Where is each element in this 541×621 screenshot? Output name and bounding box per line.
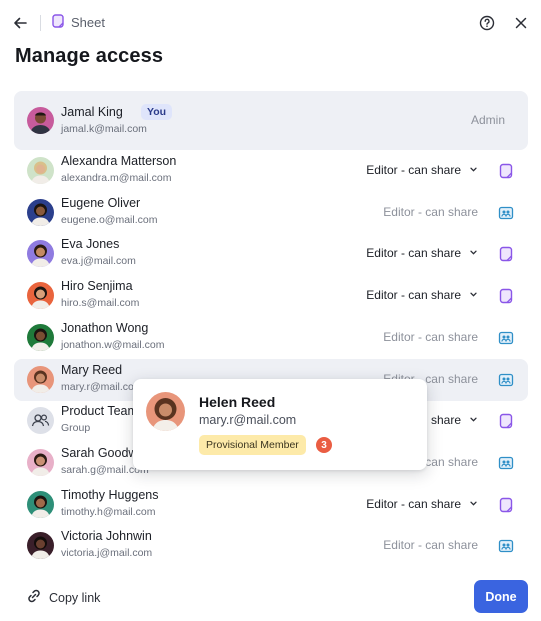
member-row: Victoria Johnwin victoria.j@mail.com Edito… <box>14 525 528 567</box>
avatar <box>27 323 54 351</box>
member-name: Hiro Senjima <box>61 279 133 294</box>
popover-name: Helen Reed <box>199 394 276 410</box>
done-button[interactable]: Done <box>474 580 528 613</box>
role-dropdown[interactable]: Editor - can share <box>366 288 478 302</box>
member-row: Alexandra Matterson alexandra.m@mail.com E… <box>14 150 528 192</box>
avatar <box>27 365 54 393</box>
member-email: eva.j@mail.com <box>61 255 136 268</box>
role-text: Editor - can share <box>366 496 461 511</box>
role-text: Editor - can share <box>366 163 461 177</box>
role-label: Editor - can share <box>383 330 478 344</box>
member-email: alexandra.m@mail.com <box>61 172 172 184</box>
role-label: Editor - can share <box>383 538 478 552</box>
member-email: eugene.o@mail.com <box>61 213 158 226</box>
member-name: Timothy Huggens <box>61 487 159 502</box>
member-name: Victoria Johnwin <box>61 529 152 544</box>
avatar <box>27 198 54 226</box>
member-name: Eugene Oliver <box>61 195 141 210</box>
member-row: Timothy Huggens timothy.h@mail.com Editor … <box>14 484 528 526</box>
role-label: Editor - can share <box>383 205 478 219</box>
owner-name: Jamal King <box>61 105 123 119</box>
doc-icon <box>498 413 514 429</box>
doc-icon <box>498 163 514 179</box>
back-arrow-icon[interactable] <box>10 13 30 33</box>
group-avatar <box>27 407 54 435</box>
chevron-down-icon <box>469 413 478 427</box>
avatar <box>146 392 185 431</box>
avatar <box>27 282 54 310</box>
member-email: victoria.j@mail.com <box>61 547 153 560</box>
avatar <box>27 490 54 518</box>
doc-icon <box>498 246 514 262</box>
member-email: jonathon.w@mail.com <box>61 338 165 351</box>
member-row: Hiro Senjima hiro.s@mail.com Editor - can … <box>14 275 528 317</box>
member-row: Jonathon Wong jonathon.w@mail.com Editor -… <box>14 317 528 359</box>
page-title: Manage access <box>15 45 164 67</box>
member-type: Group <box>61 422 91 435</box>
role-text: Editor - can share <box>366 288 461 303</box>
member-row: Eugene Oliver eugene.o@mail.com Editor - c… <box>14 192 528 234</box>
member-popover: Helen Reed mary.r@mail.com Provisional M… <box>133 379 427 470</box>
copy-link-button[interactable]: Copy link <box>26 588 100 607</box>
member-name: Jonathon Wong <box>61 320 149 335</box>
role-dropdown[interactable]: Editor - can share <box>366 246 478 260</box>
member-row: Eva Jones eva.j@mail.com Editor - can shar… <box>14 233 528 275</box>
header-divider <box>40 15 41 31</box>
copy-link-label: Copy link <box>49 590 101 605</box>
avatar <box>27 532 54 560</box>
chevron-down-icon <box>469 163 478 177</box>
group-card-icon <box>498 538 514 554</box>
avatar <box>27 448 54 476</box>
doc-icon <box>498 288 514 304</box>
member-email: timothy.h@mail.com <box>61 505 156 518</box>
chevron-down-icon <box>469 288 478 302</box>
role-dropdown[interactable]: Editor - can share <box>366 163 478 177</box>
chevron-down-icon <box>469 246 478 260</box>
doc-icon <box>498 497 514 513</box>
group-card-icon <box>498 455 514 471</box>
role-text: Editor - can share <box>383 538 478 553</box>
member-name: Alexandra Matterson <box>61 154 177 168</box>
avatar <box>27 240 54 268</box>
role-text: Editor - can share <box>383 329 478 344</box>
owner-row: Jamal King You jamal.k@mail.com Admin <box>14 91 528 150</box>
avatar <box>27 107 54 134</box>
owner-email: jamal.k@mail.com <box>61 123 147 135</box>
owner-role: Admin <box>470 113 505 127</box>
member-email: mary.r@mail.com <box>61 380 143 393</box>
top-bar: Sheet <box>0 0 541 46</box>
member-name: Eva Jones <box>61 237 120 252</box>
provisional-badge: Provisional Member <box>199 435 306 455</box>
sheet-doc-icon <box>52 14 64 31</box>
popover-email: mary.r@mail.com <box>199 413 297 427</box>
link-icon <box>26 588 42 607</box>
breadcrumb-label: Sheet <box>71 15 105 30</box>
member-name: Mary Reed <box>61 362 123 377</box>
close-icon[interactable] <box>512 14 530 32</box>
role-dropdown[interactable]: Editor - can share <box>366 497 478 511</box>
group-card-icon <box>498 330 514 346</box>
help-icon[interactable] <box>478 14 496 32</box>
count-badge: 3 <box>316 437 332 453</box>
group-card-icon <box>498 205 514 221</box>
role-text: Editor - can share <box>383 204 478 219</box>
you-badge: You <box>141 104 173 120</box>
avatar <box>27 157 54 184</box>
member-email: hiro.s@mail.com <box>61 297 140 310</box>
member-name: Product Team <box>61 404 138 419</box>
breadcrumb[interactable]: Sheet <box>52 14 105 31</box>
role-text: Editor - can share <box>366 246 461 261</box>
group-card-icon <box>498 372 514 388</box>
chevron-down-icon <box>469 497 478 511</box>
